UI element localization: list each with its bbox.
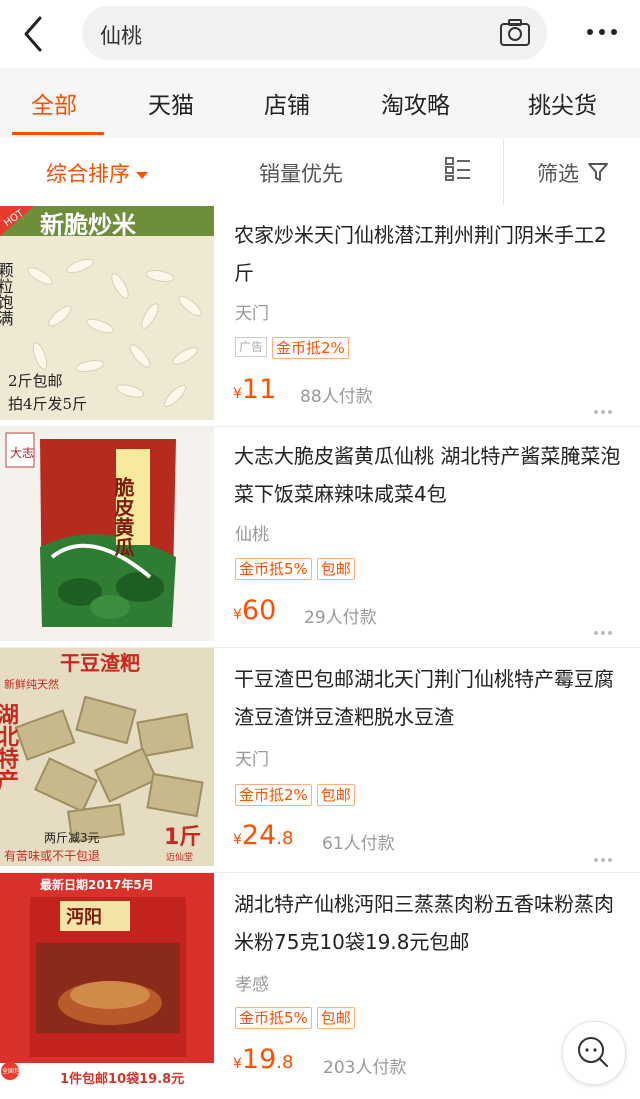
price-currency: ¥ [233, 1056, 242, 1072]
tab-tmall[interactable]: 天猫 [148, 86, 194, 120]
top-bar: 仙桃 [0, 0, 640, 68]
image-weight: 1斤 [164, 825, 201, 850]
price-decimal: .8 [276, 828, 294, 849]
divider [503, 138, 504, 206]
product-price: ¥11 [233, 374, 276, 405]
buyer-count: 88人付款 [300, 387, 373, 407]
product-item[interactable]: HOT 新脆炒米 颗粒饱满 2斤包邮 拍4斤发5斤 农家炒米天门仙桃潜江荆州荆门… [0, 206, 640, 427]
sort-sales[interactable]: 销量优先 [259, 158, 343, 188]
product-tags: 金币抵5% 包邮 [235, 558, 355, 580]
product-item[interactable]: 大志 脆皮黄瓜 大志大脆皮酱黄瓜仙桃 湖北特产酱菜腌菜泡菜下饭菜麻辣味咸菜4包 … [0, 427, 640, 648]
image-shop: 迈仙堂 [166, 851, 193, 863]
image-side-text: 颗粒饱满 [0, 262, 14, 326]
chat-bubble-icon [578, 1037, 608, 1067]
product-image-fried-rice[interactable]: HOT 新脆炒米 颗粒饱满 2斤包邮 拍4斤发5斤 [0, 206, 214, 420]
product-price: ¥60 [233, 595, 276, 626]
shop-logo: 大志 [10, 446, 34, 460]
product-price: ¥19.8 [233, 1044, 293, 1075]
price-integer: 24 [241, 820, 277, 851]
product-location: 天门 [235, 304, 269, 324]
search-box[interactable]: 仙桃 [82, 6, 547, 60]
product-image-pickled-cucumber[interactable]: 大志 脆皮黄瓜 [0, 427, 214, 641]
image-bottom-text-1: 2斤包邮 [8, 372, 63, 390]
buyer-count: 61人付款 [322, 834, 395, 854]
image-top-small: 新鲜纯天然 [4, 677, 59, 691]
more-dots-icon[interactable] [594, 847, 615, 866]
coin-discount-tag: 金币抵5% [235, 1007, 312, 1029]
product-title[interactable]: 湖北特产仙桃沔阳三蒸蒸肉粉五香味粉蒸肉米粉75克10袋19.8元包邮 [234, 885, 626, 961]
search-query[interactable]: 仙桃 [100, 20, 142, 50]
image-title: 干豆渣粑 [60, 651, 140, 675]
product-item[interactable]: 沔阳 最新日期2017年5月 全国包邮 1件包邮10袋19.8元 湖北特产仙桃沔… [0, 873, 640, 1099]
product-tags: 广告 金币抵2% [235, 337, 349, 359]
sort-comprehensive[interactable]: 综合排序 [46, 158, 148, 188]
category-tabs: 全部 天猫 店铺 淘攻略 挑尖货 [0, 68, 640, 138]
image-corner-badge: 全国包邮 [2, 1067, 26, 1075]
product-title[interactable]: 干豆渣巴包邮湖北天门荆门仙桃特产霉豆腐渣豆渣饼豆渣粑脱水豆渣 [234, 660, 626, 736]
product-location: 仙桃 [235, 525, 269, 545]
product-title[interactable]: 农家炒米天门仙桃潜江荆州荆门阴米手工2斤 [234, 216, 626, 292]
layout-switch-icon[interactable] [445, 156, 471, 182]
image-note: 有苦味或不干包退 [4, 849, 100, 863]
product-tags: 金币抵2% 包邮 [235, 784, 355, 806]
price-integer: 11 [241, 374, 277, 405]
product-location: 孝感 [235, 975, 269, 995]
filter-button[interactable]: 筛选 [537, 158, 579, 188]
active-tab-indicator [12, 132, 104, 135]
image-brand: 沔阳 [66, 907, 102, 928]
product-image-steamed-meat-powder[interactable]: 沔阳 最新日期2017年5月 全国包邮 1件包邮10袋19.8元 [0, 873, 214, 1089]
image-promo: 两斤减3元 [44, 831, 100, 845]
free-shipping-tag: 包邮 [316, 784, 355, 806]
product-tags: 金币抵5% 包邮 [235, 1007, 355, 1029]
more-dots-icon[interactable] [594, 399, 615, 418]
product-location: 天门 [235, 750, 269, 770]
price-currency: ¥ [233, 386, 242, 402]
back-arrow-icon[interactable] [16, 14, 52, 54]
free-shipping-tag: 包邮 [316, 558, 355, 580]
tab-premium[interactable]: 挑尖货 [528, 86, 597, 120]
price-integer: 19 [241, 1044, 277, 1075]
price-currency: ¥ [233, 607, 242, 623]
product-price: ¥24.8 [233, 820, 293, 851]
more-dots-icon[interactable] [594, 620, 615, 639]
caret-down-icon [136, 171, 148, 179]
filter-funnel-icon[interactable] [587, 161, 609, 183]
buyer-count: 29人付款 [304, 608, 377, 628]
image-bottom-text: 1件包邮10袋19.8元 [60, 1071, 184, 1087]
image-side-text: 湖北特产 [0, 703, 19, 792]
coin-discount-tag: 金币抵5% [235, 558, 312, 580]
image-bottom-text-2: 拍4斤发5斤 [8, 395, 87, 413]
tab-guides[interactable]: 淘攻略 [381, 86, 450, 120]
price-currency: ¥ [233, 832, 242, 848]
free-shipping-tag: 包邮 [316, 1007, 355, 1029]
buyer-count: 203人付款 [323, 1058, 407, 1078]
product-title[interactable]: 大志大脆皮酱黄瓜仙桃 湖北特产酱菜腌菜泡菜下饭菜麻辣味咸菜4包 [234, 437, 626, 513]
camera-icon[interactable] [499, 18, 531, 48]
tab-all[interactable]: 全部 [31, 86, 77, 120]
coin-discount-tag: 金币抵2% [235, 784, 312, 806]
price-decimal: .8 [276, 1052, 294, 1073]
sort-comprehensive-label: 综合排序 [46, 162, 130, 186]
customer-service-button[interactable] [562, 1021, 626, 1085]
sort-bar: 综合排序 销量优先 筛选 [0, 138, 640, 207]
product-image-dried-tofu[interactable]: 干豆渣粑 新鲜纯天然 湖北特产 1斤 两斤减3元 有苦味或不干包退 迈仙堂 [0, 648, 214, 866]
package-name: 脆皮黄瓜 [111, 476, 135, 557]
image-top-date: 最新日期2017年5月 [40, 877, 154, 892]
coin-discount-tag: 金币抵2% [272, 337, 349, 359]
image-title: 新脆炒米 [40, 210, 136, 239]
product-item[interactable]: 干豆渣粑 新鲜纯天然 湖北特产 1斤 两斤减3元 有苦味或不干包退 迈仙堂 干豆… [0, 648, 640, 873]
price-integer: 60 [241, 595, 277, 626]
tab-shops[interactable]: 店铺 [264, 86, 310, 120]
ad-tag: 广告 [235, 337, 268, 357]
more-icon[interactable] [582, 20, 622, 44]
